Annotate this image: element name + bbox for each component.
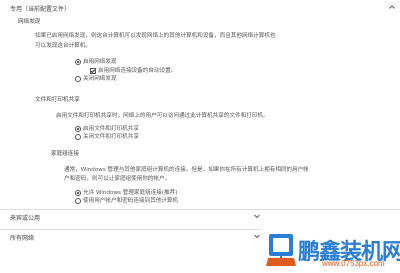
chevron-up-icon[interactable] bbox=[388, 3, 396, 11]
all-networks-header[interactable]: 所有网络 bbox=[10, 233, 34, 242]
homegroup-title: 家庭组连接 bbox=[51, 151, 79, 157]
file-printer-sharing-description: 启用文件和打印机共享时，网络上的用户可以访问通过此计算机共享的文件和打印机。 bbox=[56, 113, 269, 119]
network-discovery-on-radio[interactable] bbox=[75, 59, 81, 65]
watermark-logo-icon bbox=[266, 234, 296, 266]
homegroup-user-radio[interactable] bbox=[75, 198, 81, 204]
auto-setup-label[interactable]: 启用网络连接设备的自动设置。 bbox=[98, 66, 176, 74]
homegroup-windows-radio[interactable] bbox=[75, 190, 81, 196]
homegroup-windows-label[interactable]: 允许 Windows 管理家庭组连接(推荐) bbox=[83, 188, 177, 196]
divider bbox=[0, 229, 260, 230]
chevron-down-icon[interactable] bbox=[253, 212, 261, 220]
file-printer-sharing-title: 文件和打印机共享 bbox=[35, 97, 80, 103]
homegroup-description: 通常，Windows 管理与其他家庭组计算机的连接。但是，如果你在所有计算机上拥… bbox=[64, 167, 309, 173]
file-sharing-off-radio[interactable] bbox=[75, 134, 81, 140]
network-discovery-description-cont: 可以发现这台计算机。 bbox=[35, 43, 91, 49]
file-sharing-off-label[interactable]: 关闭文件和打印机共享 bbox=[83, 132, 139, 140]
guest-public-header[interactable]: 来宾或公用 bbox=[10, 213, 40, 222]
network-discovery-title: 网络发现 bbox=[18, 19, 41, 25]
file-sharing-on-radio[interactable] bbox=[75, 126, 81, 132]
file-sharing-on-label[interactable]: 启用文件和打印机共享 bbox=[83, 124, 139, 132]
homegroup-description-cont: 户和密码，则可以让家庭组使用你的帐户。 bbox=[64, 176, 171, 182]
homegroup-user-label[interactable]: 使用用户帐户和密码连接到其他计算机 bbox=[83, 196, 178, 204]
divider bbox=[0, 209, 400, 210]
network-discovery-off-label[interactable]: 关闭网络发现 bbox=[83, 74, 117, 82]
watermark-url: www.0753px.com bbox=[322, 259, 385, 268]
network-discovery-off-radio[interactable] bbox=[75, 76, 81, 82]
private-profile-header[interactable]: 专用（当前配置文件） bbox=[10, 4, 70, 13]
network-discovery-on-label[interactable]: 启用网络发现 bbox=[83, 57, 117, 65]
chevron-down-icon[interactable] bbox=[253, 232, 261, 240]
network-discovery-description: 如果已启用网络发现，则这台计算机可以发现网络上的其他计算机和设备，而且其他网络计… bbox=[35, 33, 276, 39]
